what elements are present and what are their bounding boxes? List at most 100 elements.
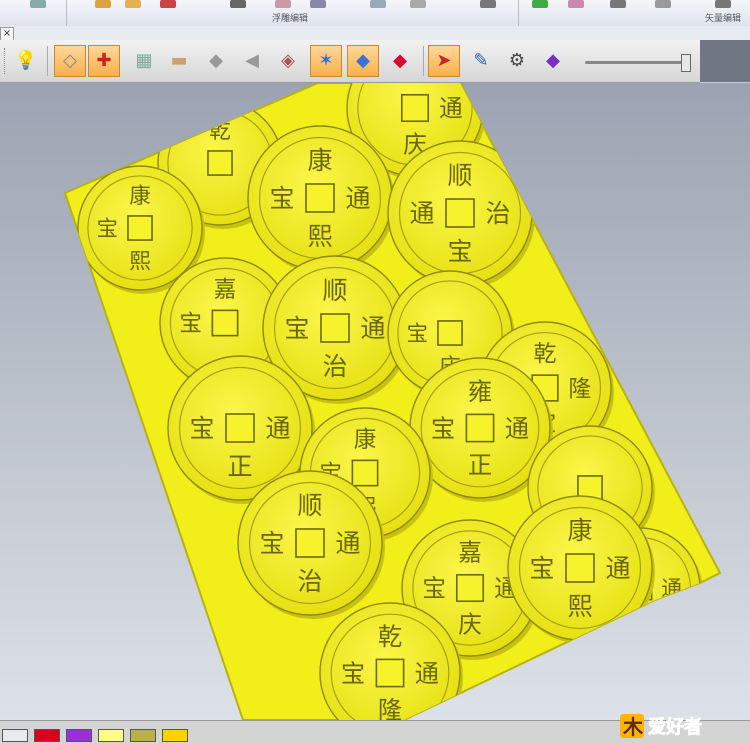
ribbon-separator (66, 0, 67, 26)
ribbon-tool-icon[interactable] (410, 0, 426, 8)
shade-icon: ▦ (135, 50, 153, 71)
coin-character: 治 (485, 199, 510, 228)
tool-button[interactable]: ◈ (272, 45, 304, 77)
coin-character: 正 (468, 451, 492, 480)
coin-character: 雍 (468, 377, 492, 406)
coin-character: 庆 (458, 610, 482, 638)
ribbon-tool-icon[interactable] (480, 0, 496, 8)
svg-text:木: 木 (622, 715, 644, 739)
color-swatch[interactable] (98, 729, 124, 742)
coin-character: 熙 (307, 222, 332, 251)
coin-character: 宝 (269, 184, 294, 213)
tool-button[interactable]: ◆ (347, 45, 379, 77)
tool-button[interactable]: ✚ (88, 45, 120, 77)
coin-character: 通 (605, 554, 630, 583)
coin-character: 通 (345, 184, 370, 213)
toolbar-grip[interactable] (4, 48, 7, 74)
coin-character: 通 (265, 414, 290, 443)
tool-button[interactable]: ✎ (465, 45, 497, 77)
box-icon: ◆ (209, 50, 223, 71)
coin-character: 顺 (297, 491, 322, 520)
ribbon-tool-icon[interactable] (532, 0, 548, 8)
coin-character: 顺 (447, 161, 472, 190)
color-swatch[interactable] (2, 729, 28, 742)
tool-button[interactable]: ➤ (428, 45, 460, 77)
ribbon-tool-icon[interactable] (30, 0, 46, 8)
coin-character: 隆 (378, 696, 402, 720)
coin-character: 宝 (403, 83, 427, 87)
coin-character: 通 (415, 659, 439, 688)
toolbar-separator (423, 46, 424, 76)
coin-character: 隆 (568, 376, 591, 402)
ribbon: 浮雕编辑 矢量编辑 (0, 0, 750, 27)
color-swatch[interactable] (66, 729, 92, 742)
ribbon-tool-icon[interactable] (370, 0, 386, 8)
document-tab-strip (0, 26, 750, 40)
coin-character: 宝 (529, 554, 554, 583)
tool-button[interactable]: ▬ (163, 45, 195, 77)
ribbon-tool-icon[interactable] (95, 0, 111, 8)
ruler-icon: ▬ (170, 50, 188, 71)
coin-character: 乾 (378, 622, 402, 651)
ribbon-tool-icon[interactable] (655, 0, 671, 8)
ribbon-tool-icon[interactable] (125, 0, 141, 8)
relief-model[interactable]: 宝通庆乾康通熙宝顺治宝通康熙宝嘉宝顺通治宝庆宝乾隆宝通通正宝雍通正宝康熙宝隆康通… (0, 82, 750, 721)
tool-button[interactable]: ▦ (128, 45, 160, 77)
coin-character: 通 (505, 414, 529, 443)
ribbon-tool-icon[interactable] (568, 0, 584, 8)
coin-character: 通 (360, 314, 385, 343)
coin-character: 通 (409, 199, 434, 228)
color-swatch[interactable] (162, 729, 188, 742)
coin-character: 宝 (422, 575, 446, 603)
star-icon: ✶ (318, 50, 334, 71)
coin-character: 乾 (534, 341, 557, 367)
tool-button[interactable]: 💡 (10, 45, 42, 77)
coin-character: 熙 (129, 249, 151, 274)
brush-icon: ✎ (473, 50, 489, 71)
zoom-slider-track[interactable] (585, 61, 690, 64)
zoom-slider-thumb[interactable] (680, 54, 691, 72)
tool-button[interactable]: ◇ (54, 45, 86, 77)
coin-character: 康 (129, 184, 151, 209)
ribbon-tool-icon[interactable] (230, 0, 246, 8)
ribbon-tool-icon[interactable] (610, 0, 626, 8)
gear-icon: ⚙ (508, 50, 526, 71)
coin-character: 宝 (179, 311, 202, 337)
coin-character: 正 (227, 452, 252, 481)
grid-icon: ◈ (281, 50, 295, 71)
coin-character: 宝 (407, 322, 429, 347)
coin-character: 熙 (567, 592, 592, 621)
coin-character: 康 (567, 516, 592, 545)
ribbon-tool-icon[interactable] (310, 0, 326, 8)
speaker-icon: ◀ (245, 50, 259, 71)
group-label-vector-edit: 矢量编辑 (705, 14, 742, 24)
tool-button[interactable]: ◆ (537, 45, 569, 77)
diamond-icon: ◆ (546, 50, 560, 71)
layer-icon: ◆ (356, 50, 370, 71)
coin-character: 康 (307, 146, 332, 175)
color-swatch[interactable] (130, 729, 156, 742)
color-swatch[interactable] (34, 729, 60, 742)
3d-viewport[interactable]: 宝通庆乾康通熙宝顺治宝通康熙宝嘉宝顺通治宝庆宝乾隆宝通通正宝雍通正宝康熙宝隆康通… (0, 82, 750, 721)
coin-character: 宝 (259, 529, 284, 558)
coin-character: 宝 (189, 414, 214, 443)
coin-character: 通 (439, 95, 463, 123)
tool-button[interactable]: ⚙ (501, 45, 533, 77)
axis-icon: ✚ (96, 50, 112, 71)
ribbon-tool-icon[interactable] (160, 0, 176, 8)
ribbon-tool-icon[interactable] (715, 0, 731, 8)
group-label-relief-edit: 浮雕编辑 (272, 14, 309, 24)
coin-character: 治 (322, 352, 347, 381)
coin-character: 宝 (447, 237, 472, 266)
tool-button[interactable]: ◆ (384, 45, 416, 77)
site-logo: 木 爱好者 (620, 714, 702, 739)
ribbon-separator (518, 0, 519, 26)
red-layer-icon: ◆ (393, 50, 407, 71)
tool-button[interactable]: ◆ (200, 45, 232, 77)
ribbon-tool-icon[interactable] (275, 0, 291, 8)
close-tab-button[interactable]: × (0, 27, 14, 41)
tool-button[interactable]: ◀ (236, 45, 268, 77)
coin-character: 宝 (431, 414, 455, 443)
tool-button[interactable]: ✶ (310, 45, 342, 77)
coin-character: 宝 (284, 314, 309, 343)
